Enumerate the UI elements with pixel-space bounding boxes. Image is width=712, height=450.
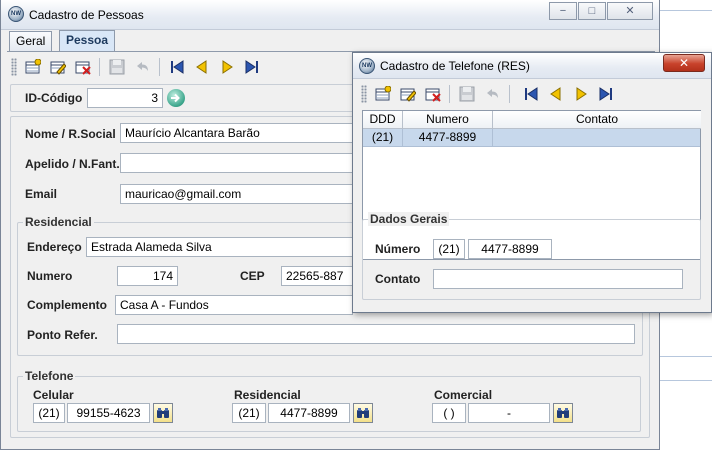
grid-header-numero[interactable]: Numero: [403, 111, 493, 129]
main-titlebar[interactable]: NW Cadastro de Pessoas − □ ✕: [1, 0, 659, 30]
phone-close-button[interactable]: ✕: [663, 54, 705, 72]
phone-contato-label: Contato: [375, 272, 421, 286]
edit-record-icon[interactable]: [49, 58, 67, 76]
id-field[interactable]: 3: [87, 88, 163, 108]
delete-record-icon[interactable]: [74, 58, 92, 76]
binoculars-icon: [157, 408, 169, 418]
tab-geral[interactable]: Geral: [9, 31, 53, 51]
telefone-residencial-label: Residencial: [234, 388, 301, 402]
grid-header-ddd[interactable]: DDD: [363, 111, 403, 129]
celular-numero-field[interactable]: 99155-4623: [67, 403, 150, 423]
grid-cell-contato: [493, 129, 701, 146]
dados-gerais-legend: Dados Gerais: [368, 212, 450, 226]
undo-icon[interactable]: [483, 85, 501, 103]
residencial-numero-field[interactable]: 4477-8899: [268, 403, 350, 423]
complemento-label: Complemento: [27, 298, 108, 312]
toolbar-grip[interactable]: [361, 85, 367, 103]
grid-cell-numero: 4477-8899: [403, 129, 493, 146]
phone-toolbar: [359, 81, 629, 107]
email-field[interactable]: mauricao@gmail.com: [120, 184, 353, 204]
last-record-icon[interactable]: [243, 58, 261, 76]
comercial-ddd-field[interactable]: ( ): [432, 403, 466, 423]
last-record-icon[interactable]: [597, 85, 615, 103]
endereco-field[interactable]: Estrada Alameda Silva: [86, 237, 353, 257]
phone-numero-label: Número: [375, 242, 421, 256]
residencial-search-button[interactable]: [353, 403, 373, 423]
telefone-legend: Telefone: [23, 369, 76, 383]
edit-record-icon[interactable]: [399, 85, 417, 103]
id-label: ID-Código: [25, 91, 83, 105]
go-arrow-icon[interactable]: [167, 89, 185, 107]
previous-record-icon[interactable]: [193, 58, 211, 76]
toolbar-grip[interactable]: [11, 58, 17, 76]
app-logo-icon: NW: [8, 6, 24, 22]
main-window-title: Cadastro de Pessoas: [29, 8, 144, 22]
next-record-icon[interactable]: [572, 85, 590, 103]
next-record-icon[interactable]: [218, 58, 236, 76]
grid-cell-ddd: (21): [363, 129, 403, 146]
first-record-icon[interactable]: [168, 58, 186, 76]
toolbar-separator: [449, 85, 450, 103]
email-label: Email: [25, 187, 58, 201]
grid-header-contato[interactable]: Contato: [493, 111, 701, 129]
toolbar-separator: [509, 85, 510, 103]
binoculars-icon: [357, 408, 369, 418]
binoculars-icon: [557, 408, 569, 418]
minimize-button[interactable]: −: [549, 2, 577, 20]
desktop-line: [658, 10, 712, 11]
main-toolbar: [9, 54, 349, 80]
numero-field[interactable]: 174: [117, 266, 178, 286]
cep-field[interactable]: 22565-887: [281, 266, 353, 286]
ponto-refer-field[interactable]: [117, 324, 635, 344]
save-icon[interactable]: [458, 85, 476, 103]
delete-record-icon[interactable]: [424, 85, 442, 103]
table-row[interactable]: (21) 4477-8899: [363, 129, 700, 147]
residencial-legend: Residencial: [23, 215, 94, 229]
celular-ddd-field[interactable]: (21): [33, 403, 65, 423]
comercial-search-button[interactable]: [553, 403, 573, 423]
phone-window-title: Cadastro de Telefone (RES): [380, 59, 530, 73]
tab-pessoa[interactable]: Pessoa: [59, 30, 116, 52]
close-button[interactable]: ✕: [607, 2, 653, 20]
desktop-line: [658, 356, 712, 357]
toolbar-separator: [99, 58, 100, 76]
app-logo-icon: NW: [359, 58, 375, 74]
toolbar-separator: [159, 58, 160, 76]
apelido-label: Apelido / N.Fant.: [25, 157, 120, 171]
new-record-icon[interactable]: [24, 58, 42, 76]
numero-label: Numero: [27, 269, 73, 283]
previous-record-icon[interactable]: [547, 85, 565, 103]
desktop-line: [658, 380, 712, 381]
celular-search-button[interactable]: [153, 403, 173, 423]
phone-contato-field[interactable]: [433, 269, 683, 289]
phone-ddd-field[interactable]: (21): [433, 239, 465, 259]
save-icon[interactable]: [108, 58, 126, 76]
new-record-icon[interactable]: [374, 85, 392, 103]
comercial-numero-field[interactable]: -: [468, 403, 550, 423]
phone-titlebar[interactable]: NW Cadastro de Telefone (RES) ✕: [353, 53, 711, 79]
maximize-button[interactable]: □: [578, 2, 606, 20]
apelido-field[interactable]: [120, 153, 353, 173]
residencial-ddd-field[interactable]: (21): [232, 403, 266, 423]
complemento-field[interactable]: Casa A - Fundos: [115, 295, 353, 315]
undo-icon[interactable]: [133, 58, 151, 76]
nome-field[interactable]: Maurício Alcantara Barão: [120, 123, 353, 143]
nome-label: Nome / R.Social: [25, 127, 116, 141]
first-record-icon[interactable]: [522, 85, 540, 103]
celular-label: Celular: [33, 388, 74, 402]
phone-window: NW Cadastro de Telefone (RES) ✕ DDD Nume…: [352, 52, 712, 313]
endereco-label: Endereço: [27, 240, 82, 254]
comercial-label: Comercial: [434, 388, 493, 402]
phone-numero-field[interactable]: 4477-8899: [468, 239, 552, 259]
cep-label: CEP: [240, 269, 265, 283]
ponto-refer-label: Ponto Refer.: [27, 328, 98, 342]
